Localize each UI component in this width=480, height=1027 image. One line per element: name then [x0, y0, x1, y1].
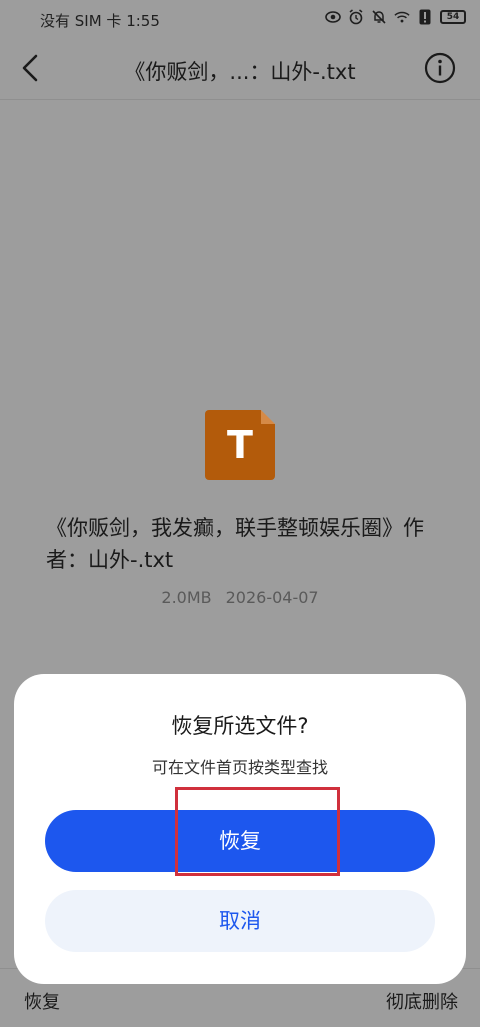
highlight-annotation-box [175, 787, 340, 876]
file-date: 2026-04-07 [225, 588, 319, 607]
dialog-title: 恢复所选文件? [171, 714, 309, 738]
page-title: 《你贩剑，...：山外-.txt [124, 60, 356, 84]
status-icons: 54 [325, 9, 466, 25]
file-size: 2.0MB [161, 588, 212, 607]
top-bar: 《你贩剑，...：山外-.txt [0, 36, 480, 100]
battery-icon: 54 [440, 10, 466, 24]
dialog-subtitle: 可在文件首页按类型查找 [151, 758, 328, 777]
info-button[interactable] [424, 52, 456, 84]
txt-file-icon: T [205, 410, 275, 480]
eye-icon [325, 9, 341, 25]
info-icon [424, 52, 456, 84]
back-button[interactable] [16, 50, 48, 86]
file-icon-letter: T [227, 423, 253, 467]
chevron-left-icon [22, 54, 38, 82]
alarm-icon [348, 9, 364, 25]
file-meta: 2.0MB 2026-04-07 [0, 588, 480, 607]
file-name: 《你贩剑，我发癫，联手整顿娱乐圈》作者：山外-.txt [46, 516, 424, 572]
restore-action[interactable]: 恢复 [24, 988, 60, 1014]
alert-icon [417, 9, 433, 25]
header-divider [0, 99, 480, 100]
page: 没有 SIM 卡 1:55 54 《你贩剑，...：山外-.txt T 《你贩剑… [0, 0, 480, 1027]
file-fold-corner [261, 410, 275, 424]
cancel-button[interactable]: 取消 [45, 890, 435, 952]
wifi-icon [394, 9, 410, 25]
status-bar: 没有 SIM 卡 1:55 54 [0, 0, 480, 36]
bell-muted-icon [371, 9, 387, 25]
delete-permanently-action[interactable]: 彻底删除 [386, 988, 458, 1014]
carrier-time: 没有 SIM 卡 1:55 [40, 12, 160, 30]
